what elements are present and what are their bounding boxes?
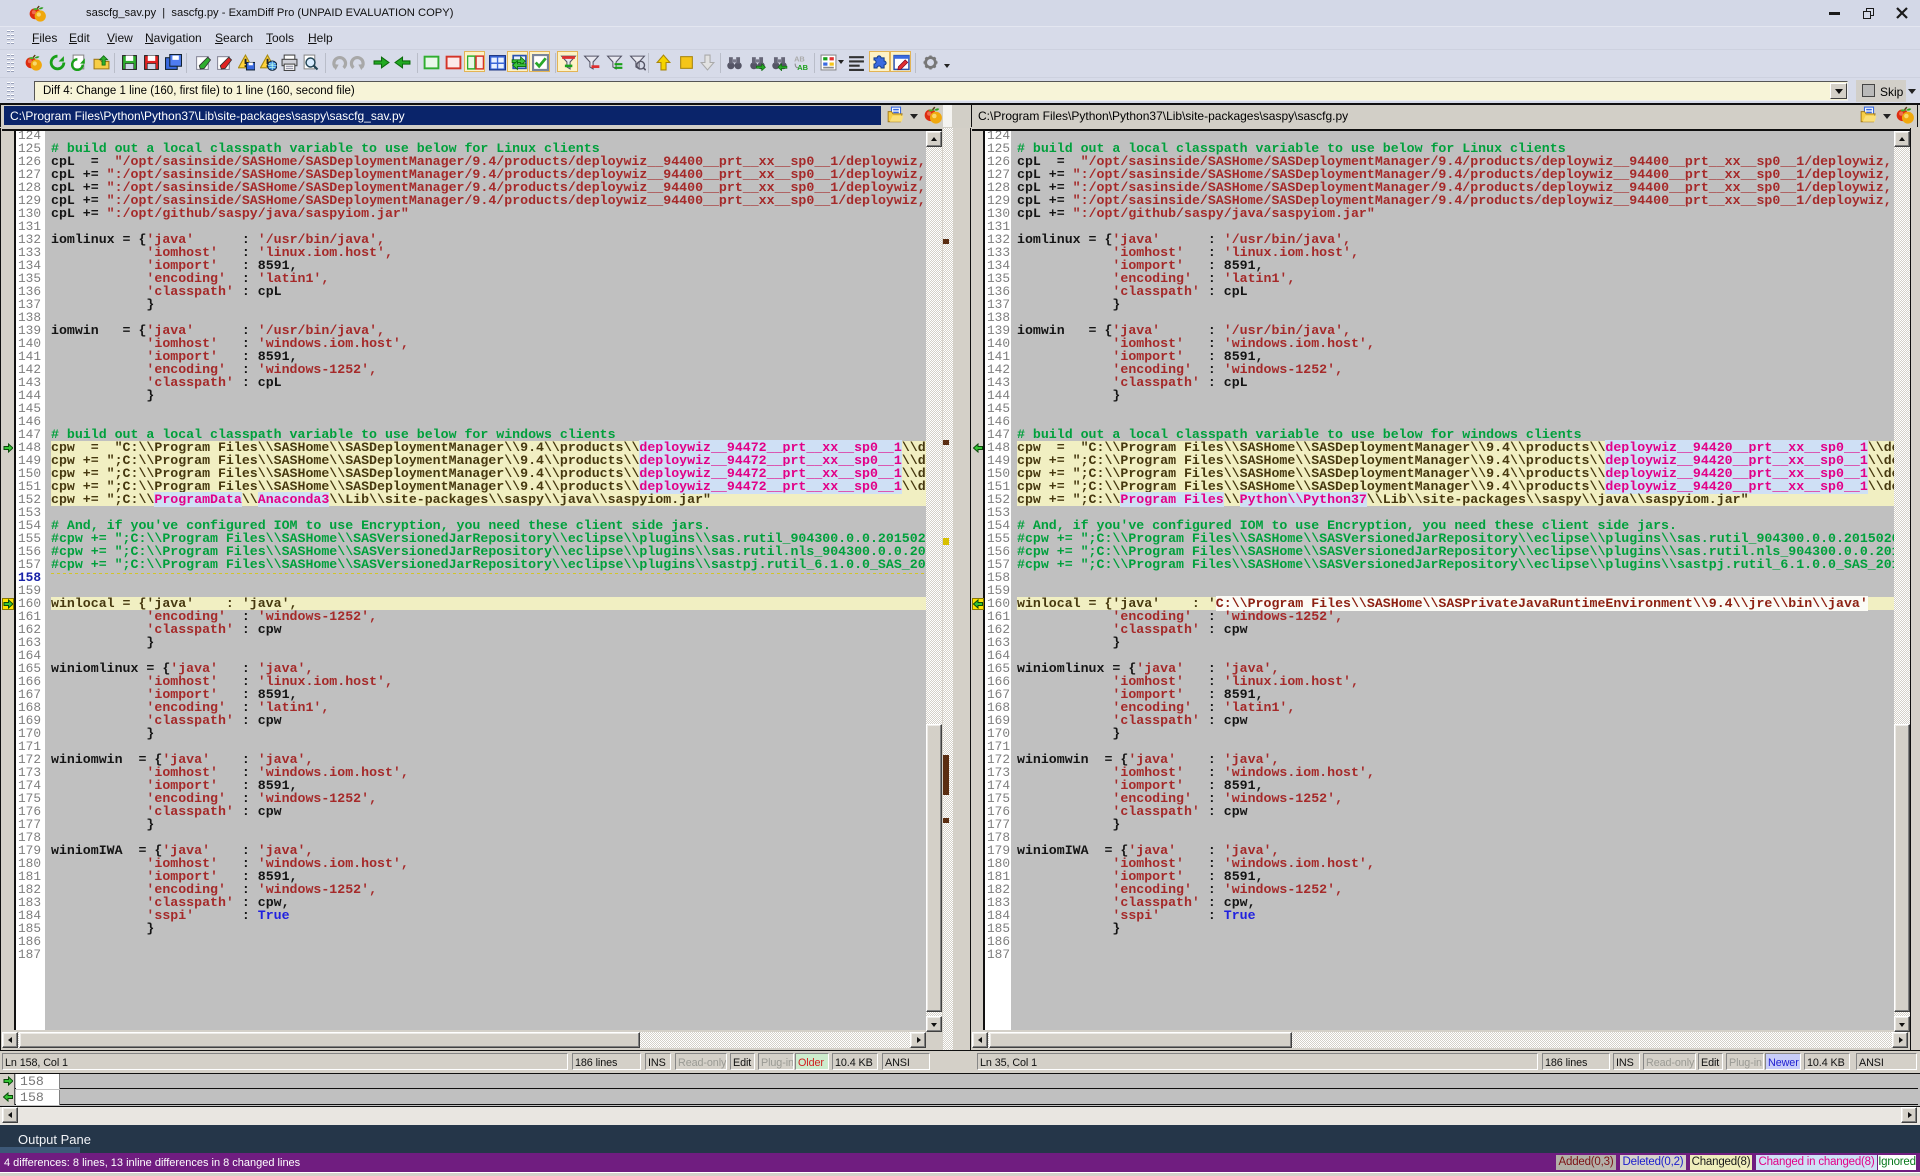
svg-text:AB: AB <box>797 63 808 71</box>
